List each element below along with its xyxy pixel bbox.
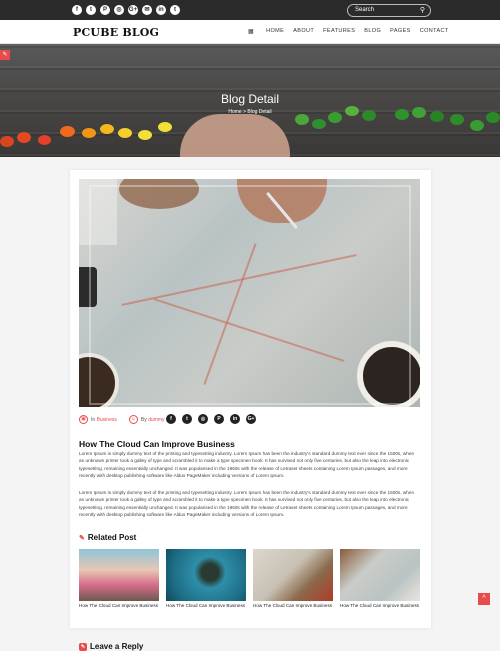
related-post-thumbnail[interactable] [253,549,333,601]
related-post-title[interactable]: How The Cloud Can Improve Business [340,603,420,608]
related-post-card[interactable]: How The Cloud Can Improve Business [340,549,420,608]
candy-decoration [450,114,464,125]
related-post-title[interactable]: How The Cloud Can Improve Business [253,603,333,608]
share-icons: f t ◎ P in G+ [166,414,256,424]
hero-banner: ✎ Blog Detail Home > Blog Detail [0,44,500,157]
linkedin-icon[interactable]: in [156,5,166,15]
candy-decoration [158,122,172,132]
twitter-icon[interactable]: t [182,414,192,424]
post-paragraph: Lorem Ipsum is simply dummy text of the … [79,451,415,478]
instagram-icon[interactable]: ◎ [114,5,124,15]
breadcrumb-separator: > [243,109,247,115]
candy-decoration [118,128,132,138]
author-prefix: By [140,416,147,423]
google-plus-icon[interactable]: G+ [246,414,256,424]
related-post-thumbnail[interactable] [79,549,159,601]
main-menu: ▦ HOME ABOUT FEATURES BLOG PAGES CONTACT [248,28,449,35]
pinterest-icon[interactable]: P [214,414,224,424]
candy-decoration [138,130,152,140]
comment-icon: ✎ [79,642,87,651]
post-meta: ▣ In Business ☺ By dummy [79,415,165,424]
site-logo[interactable]: PCUBE BLOG [73,26,159,39]
related-post-card[interactable]: How The Cloud Can Improve Business [253,549,333,608]
folder-icon: ▣ [79,415,88,424]
search-input[interactable]: Search ⚲ [347,4,431,17]
candy-decoration [100,124,114,134]
top-social-links: f t P ◎ G+ ✉ in t [72,5,180,15]
twitter-icon[interactable]: t [86,5,96,15]
related-heading-text: Related Post [87,533,137,542]
related-post-card[interactable]: How The Cloud Can Improve Business [79,549,159,608]
google-plus-icon[interactable]: G+ [128,5,138,15]
breadcrumb-home[interactable]: Home [228,109,241,115]
post-featured-image [79,179,420,407]
category-prefix: In [91,416,96,423]
grid-menu-icon[interactable]: ▦ [248,28,254,35]
menu-item-about[interactable]: ABOUT [293,28,314,35]
pencil-icon[interactable]: ✎ [0,50,10,60]
blog-post-card: ▣ In Business ☺ By dummy f t ◎ P in G+ H… [70,170,431,628]
mail-icon[interactable]: ✉ [142,5,152,15]
related-post-card[interactable]: How The Cloud Can Improve Business [166,549,246,608]
author-link[interactable]: dummy [148,417,164,423]
menu-item-blog[interactable]: BLOG [364,28,381,35]
candy-decoration [312,119,326,129]
candy-decoration [295,114,309,125]
instagram-icon[interactable]: ◎ [198,414,208,424]
related-posts-heading: ✎ Related Post [79,533,136,542]
breadcrumb-current: Blog Detail [247,109,272,115]
scroll-to-top-button[interactable]: ^ [478,593,490,605]
candy-decoration [82,128,96,138]
post-paragraph: Lorem Ipsum is simply dummy text of the … [79,490,415,517]
facebook-icon[interactable]: f [72,5,82,15]
related-post-thumbnail[interactable] [340,549,420,601]
post-title: How The Cloud Can Improve Business [79,439,235,449]
candy-decoration [38,135,51,145]
candy-decoration [0,136,14,147]
main-navbar: PCUBE BLOG ▦ HOME ABOUT FEATURES BLOG PA… [0,20,500,44]
top-bar: f t P ◎ G+ ✉ in t Search ⚲ [0,0,500,20]
related-post-title[interactable]: How The Cloud Can Improve Business [166,603,246,608]
pencil-icon: ✎ [79,534,85,542]
image-frame-overlay [89,185,411,405]
related-post-thumbnail[interactable] [166,549,246,601]
menu-item-pages[interactable]: PAGES [390,28,411,35]
candy-decoration [470,120,484,131]
candy-decoration [60,126,75,137]
candy-decoration [17,132,31,143]
related-post-title[interactable]: How The Cloud Can Improve Business [79,603,159,608]
tumblr-icon[interactable]: t [170,5,180,15]
page-title: Blog Detail [220,92,280,106]
user-icon: ☺ [128,415,138,424]
menu-item-contact[interactable]: CONTACT [420,28,449,35]
breadcrumb: Home > Blog Detail [0,109,500,115]
pinterest-icon[interactable]: P [100,5,110,15]
linkedin-icon[interactable]: in [230,414,240,424]
menu-item-features[interactable]: FEATURES [323,28,355,35]
facebook-icon[interactable]: f [166,414,176,424]
search-icon[interactable]: ⚲ [420,5,425,16]
menu-item-home[interactable]: HOME [266,28,284,35]
search-placeholder: Search [355,7,375,13]
category-link[interactable]: Business [97,417,117,423]
